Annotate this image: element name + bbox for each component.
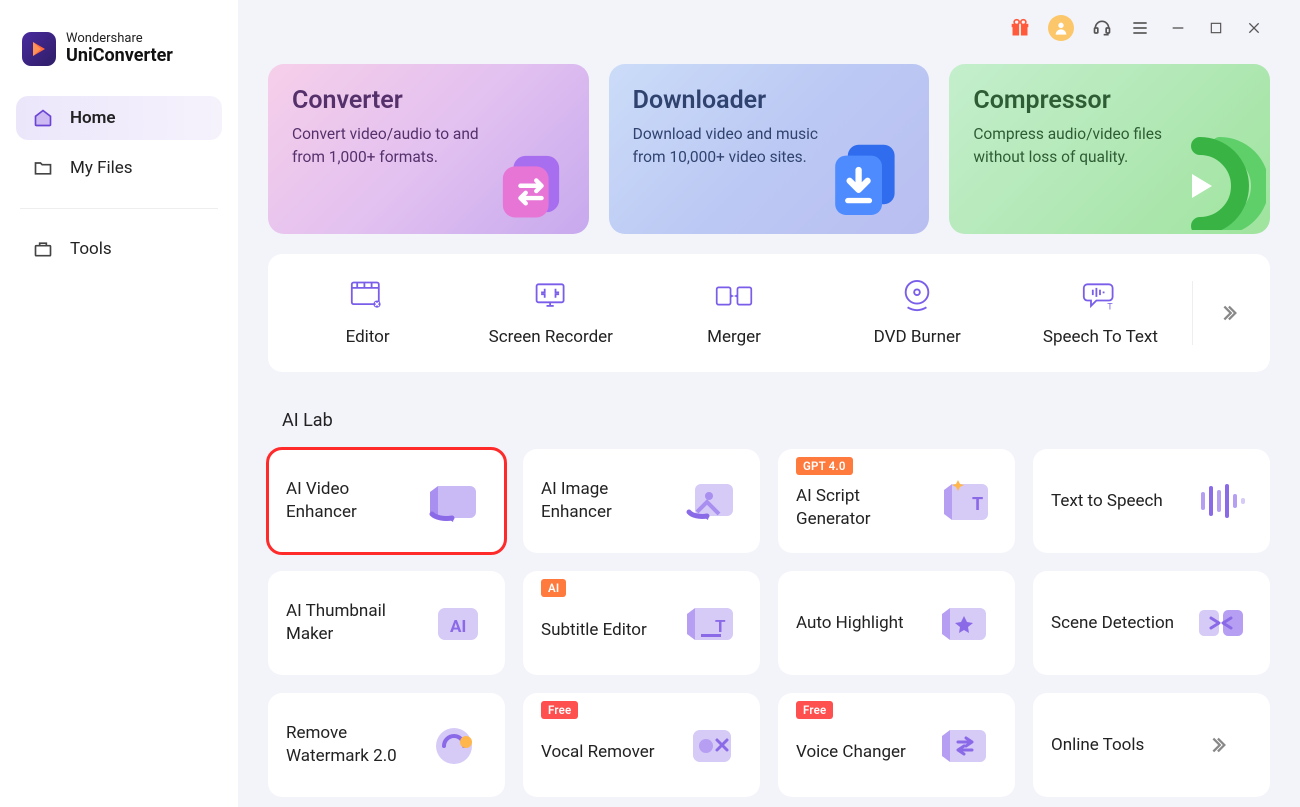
svg-text:T: T (1108, 303, 1114, 313)
home-icon (32, 108, 54, 128)
tool-label: Screen Recorder (489, 327, 613, 347)
main-content: Converter Convert video/audio to and fro… (238, 0, 1300, 807)
svg-text:T: T (972, 494, 983, 515)
card-label: Auto Highlight (796, 612, 904, 635)
hero-card-downloader[interactable]: Downloader Download video and music from… (609, 64, 930, 234)
tool-row: Editor Screen Recorder Merger DVD Burner (268, 254, 1270, 372)
card-label: Vocal Remover (541, 741, 655, 764)
card-label: Text to Speech (1051, 490, 1163, 513)
compressor-icon (1166, 130, 1266, 230)
sidebar-item-label: My Files (70, 158, 133, 178)
dvd-burner-icon (900, 279, 934, 313)
tool-editor[interactable]: Editor (276, 279, 459, 347)
svg-text:AI: AI (450, 617, 466, 637)
gift-icon[interactable] (1010, 18, 1030, 38)
tts-icon (1190, 475, 1252, 527)
card-scene-detection[interactable]: Scene Detection (1033, 571, 1270, 675)
toolbox-icon (32, 239, 54, 259)
badge-free: Free (541, 701, 578, 719)
badge-gpt: GPT 4.0 (796, 457, 853, 475)
card-label: AI Thumbnail Maker (286, 600, 416, 646)
card-label: Scene Detection (1051, 612, 1174, 635)
hero-row: Converter Convert video/audio to and fro… (268, 64, 1270, 234)
tool-label: Merger (707, 327, 761, 347)
editor-icon (350, 279, 386, 313)
tool-label: Editor (346, 327, 390, 347)
subtitle-icon: T (680, 597, 742, 649)
hero-card-compressor[interactable]: Compressor Compress audio/video files wi… (949, 64, 1270, 234)
hero-title: Converter (292, 86, 565, 115)
badge-ai: AI (541, 579, 566, 597)
brand-bottom: UniConverter (66, 46, 173, 66)
tool-label: DVD Burner (874, 327, 961, 347)
card-ai-video-enhancer[interactable]: AI Video Enhancer (268, 449, 505, 553)
hero-title: Compressor (973, 86, 1246, 115)
tool-merger[interactable]: Merger (642, 279, 825, 347)
sidebar-item-tools[interactable]: Tools (16, 227, 222, 271)
converter-icon (487, 140, 575, 228)
sidebar: Wondershare UniConverter Home My Files T… (0, 0, 238, 807)
scene-icon (1190, 597, 1252, 649)
brand-top: Wondershare (66, 32, 173, 46)
badge-free: Free (796, 701, 833, 719)
tool-dvdburner[interactable]: DVD Burner (826, 279, 1009, 347)
card-ai-image-enhancer[interactable]: AI Image Enhancer (523, 449, 760, 553)
card-label: Voice Changer (796, 741, 906, 764)
vocal-remover-icon (680, 719, 742, 771)
card-label: AI Script Generator (796, 485, 926, 531)
card-vocal-remover[interactable]: Free Vocal Remover (523, 693, 760, 797)
merger-icon (715, 279, 753, 313)
hero-desc: Compress audio/video files without loss … (973, 123, 1193, 170)
thumbnail-icon: AI (425, 597, 487, 649)
voice-changer-icon (935, 719, 997, 771)
tool-more-button[interactable] (1192, 281, 1262, 345)
card-label: AI Image Enhancer (541, 478, 671, 524)
card-label: Online Tools (1051, 734, 1144, 757)
section-title-ailab: AI Lab (282, 410, 1270, 431)
tool-speechtotext[interactable]: T Speech To Text (1009, 279, 1192, 347)
tool-screenrecorder[interactable]: Screen Recorder (459, 279, 642, 347)
sidebar-divider (20, 208, 218, 209)
video-enhance-icon (425, 475, 487, 527)
folder-icon (32, 158, 54, 178)
menu-icon[interactable] (1130, 18, 1150, 38)
card-label: AI Video Enhancer (286, 478, 416, 524)
card-text-to-speech[interactable]: Text to Speech (1033, 449, 1270, 553)
card-label: Remove Watermark 2.0 (286, 722, 416, 768)
sidebar-item-label: Tools (70, 239, 112, 259)
card-subtitle-editor[interactable]: AI Subtitle Editor T (523, 571, 760, 675)
ailab-grid: AI Video Enhancer AI Image Enhancer GPT … (268, 449, 1270, 797)
hero-title: Downloader (633, 86, 906, 115)
user-avatar[interactable] (1048, 15, 1074, 41)
card-online-tools[interactable]: Online Tools (1033, 693, 1270, 797)
hero-card-converter[interactable]: Converter Convert video/audio to and fro… (268, 64, 589, 234)
chevron-right-icon (1190, 719, 1252, 771)
screen-recorder-icon (533, 279, 569, 313)
support-icon[interactable] (1092, 18, 1112, 38)
card-voice-changer[interactable]: Free Voice Changer (778, 693, 1015, 797)
sidebar-item-myfiles[interactable]: My Files (16, 146, 222, 190)
sidebar-item-home[interactable]: Home (16, 96, 222, 140)
app-logo: Wondershare UniConverter (16, 32, 222, 66)
titlebar (268, 6, 1270, 50)
logo-icon (22, 32, 56, 66)
card-remove-watermark[interactable]: Remove Watermark 2.0 (268, 693, 505, 797)
sidebar-item-label: Home (70, 108, 116, 128)
card-auto-highlight[interactable]: Auto Highlight (778, 571, 1015, 675)
card-ai-thumbnail-maker[interactable]: AI Thumbnail Maker AI (268, 571, 505, 675)
watermark-icon (425, 719, 487, 771)
tool-label: Speech To Text (1043, 327, 1158, 347)
minimize-button[interactable] (1168, 18, 1188, 38)
card-label: Subtitle Editor (541, 619, 647, 642)
image-enhance-icon (680, 475, 742, 527)
close-button[interactable] (1244, 18, 1264, 38)
speech-to-text-icon: T (1082, 279, 1118, 313)
card-ai-script-generator[interactable]: GPT 4.0 AI Script Generator T (778, 449, 1015, 553)
downloader-icon (819, 134, 909, 224)
hero-desc: Convert video/audio to and from 1,000+ f… (292, 123, 512, 170)
script-icon: T (935, 475, 997, 527)
maximize-button[interactable] (1206, 18, 1226, 38)
highlight-icon (935, 597, 997, 649)
